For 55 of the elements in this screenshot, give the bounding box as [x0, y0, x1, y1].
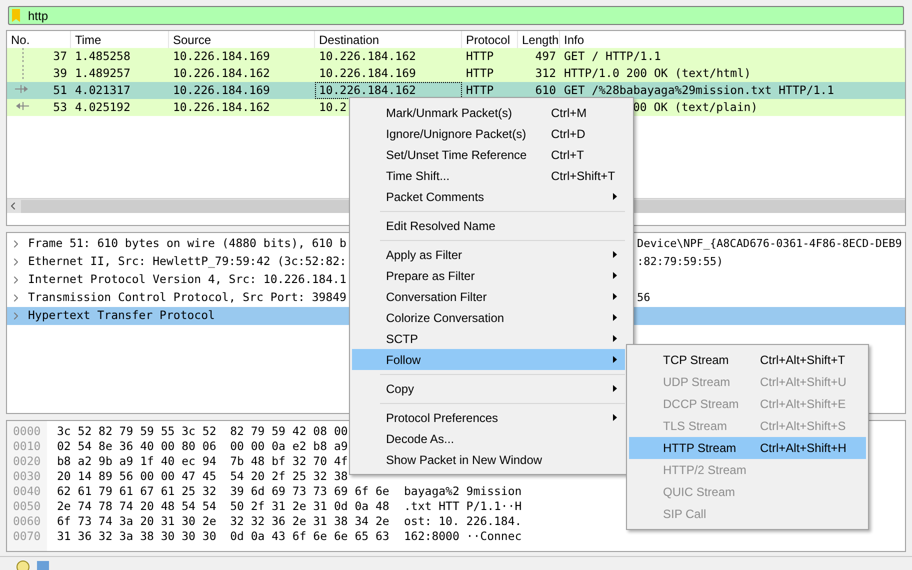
detail-text: Transmission Control Protocol, Src Port: 39849 — [28, 290, 346, 304]
ascii-bytes: 162:8000 ··Connec — [404, 528, 522, 543]
hex-bytes: 20 14 89 56 00 00 47 45 54 20 2f 25 32 38 — [57, 469, 348, 483]
table-cell: HTTP/1.0 200 OK (text/html) — [564, 66, 751, 80]
table-cell: 312 — [535, 66, 556, 80]
table-cell: 10.226.184.162 — [173, 100, 270, 114]
table-cell: 4.025192 — [75, 100, 130, 114]
hex-bytes: 62 61 79 61 67 61 25 32 39 6d 69 73 73 69 6f 6e — [57, 484, 390, 498]
table-cell: HTTP — [466, 82, 494, 97]
hex-bytes: 31 36 32 3a 38 30 30 30 0d 0a 43 6f 6e 6e 65 63 — [57, 529, 390, 543]
table-cell: 53 — [53, 100, 67, 114]
ascii-bytes: ost: 10. 226.184. — [404, 513, 522, 528]
detail-text: :82:79:59:55) — [637, 254, 724, 270]
ascii-bytes: bayaga%2 9mission — [404, 483, 522, 498]
table-cell: HTTP — [466, 48, 494, 63]
table-cell: 39 — [53, 66, 67, 80]
byte-offset: 0040 — [13, 484, 41, 498]
byte-offset: 0000 — [13, 424, 41, 438]
table-cell: 10.2 — [319, 100, 347, 114]
byte-offset: 0050 — [13, 499, 41, 513]
hex-bytes: 02 54 8e 36 40 00 80 06 00 00 0a e2 b8 a9 — [57, 439, 348, 453]
table-cell: GET / HTTP/1.1 — [564, 48, 661, 63]
hex-bytes: b8 a2 9b a9 1f 40 ec 94 7b 48 bf 32 70 4f — [57, 454, 348, 468]
filter-text: http — [28, 8, 48, 24]
detail-text: 56 — [637, 290, 650, 306]
byte-offset: 0060 — [13, 514, 41, 528]
table-cell: 51 — [53, 82, 67, 97]
table-cell: 4.021317 — [75, 82, 130, 97]
table-cell: 10.226.184.169 — [173, 82, 270, 97]
table-cell: 1.485258 — [75, 48, 130, 63]
table-cell: 10.226.184.169 — [319, 66, 416, 80]
table-cell: 10.226.184.162 — [319, 82, 416, 97]
table-cell: 37 — [53, 48, 67, 63]
byte-offset: 0070 — [13, 529, 41, 543]
table-cell: 10.226.184.169 — [173, 48, 270, 63]
table-cell: 10.226.184.162 — [173, 66, 270, 80]
table-cell: 610 — [535, 82, 556, 97]
detail-text: Device\NPF_{A8CAD676-0361-4F86-8ECD-DEB9 — [637, 236, 902, 252]
detail-text: Hypertext Transfer Protocol — [28, 308, 215, 322]
table-cell: 00 OK (text/plain) — [633, 100, 758, 114]
detail-text: Ethernet II, Src: HewlettP_79:59:42 (3c:52:82: — [28, 254, 346, 268]
table-cell: GET /%28babayaga%29mission.txt HTTP/1.1 — [564, 82, 834, 97]
table-cell: 10.226.184.162 — [319, 48, 416, 63]
byte-offset: 0010 — [13, 439, 41, 453]
detail-text: Frame 51: 610 bytes on wire (4880 bits), 610 b — [28, 236, 346, 250]
table-cell: HTTP — [466, 66, 494, 80]
hex-bytes: 3c 52 82 79 59 55 3c 52 82 79 59 42 08 00 — [57, 424, 348, 438]
byte-offset: 0030 — [13, 469, 41, 483]
ascii-bytes: .txt HTT P/1.1··H — [404, 498, 522, 513]
hex-bytes: 2e 74 78 74 20 48 54 54 50 2f 31 2e 31 0d 0a 48 — [57, 499, 390, 513]
table-cell: 1.489257 — [75, 66, 130, 80]
hex-bytes: 6f 73 74 3a 20 31 30 2e 32 32 36 2e 31 38 34 2e — [57, 514, 390, 528]
table-cell: 497 — [535, 48, 556, 63]
byte-offset: 0020 — [13, 454, 41, 468]
detail-text: Internet Protocol Version 4, Src: 10.226.184.1 — [28, 272, 346, 286]
